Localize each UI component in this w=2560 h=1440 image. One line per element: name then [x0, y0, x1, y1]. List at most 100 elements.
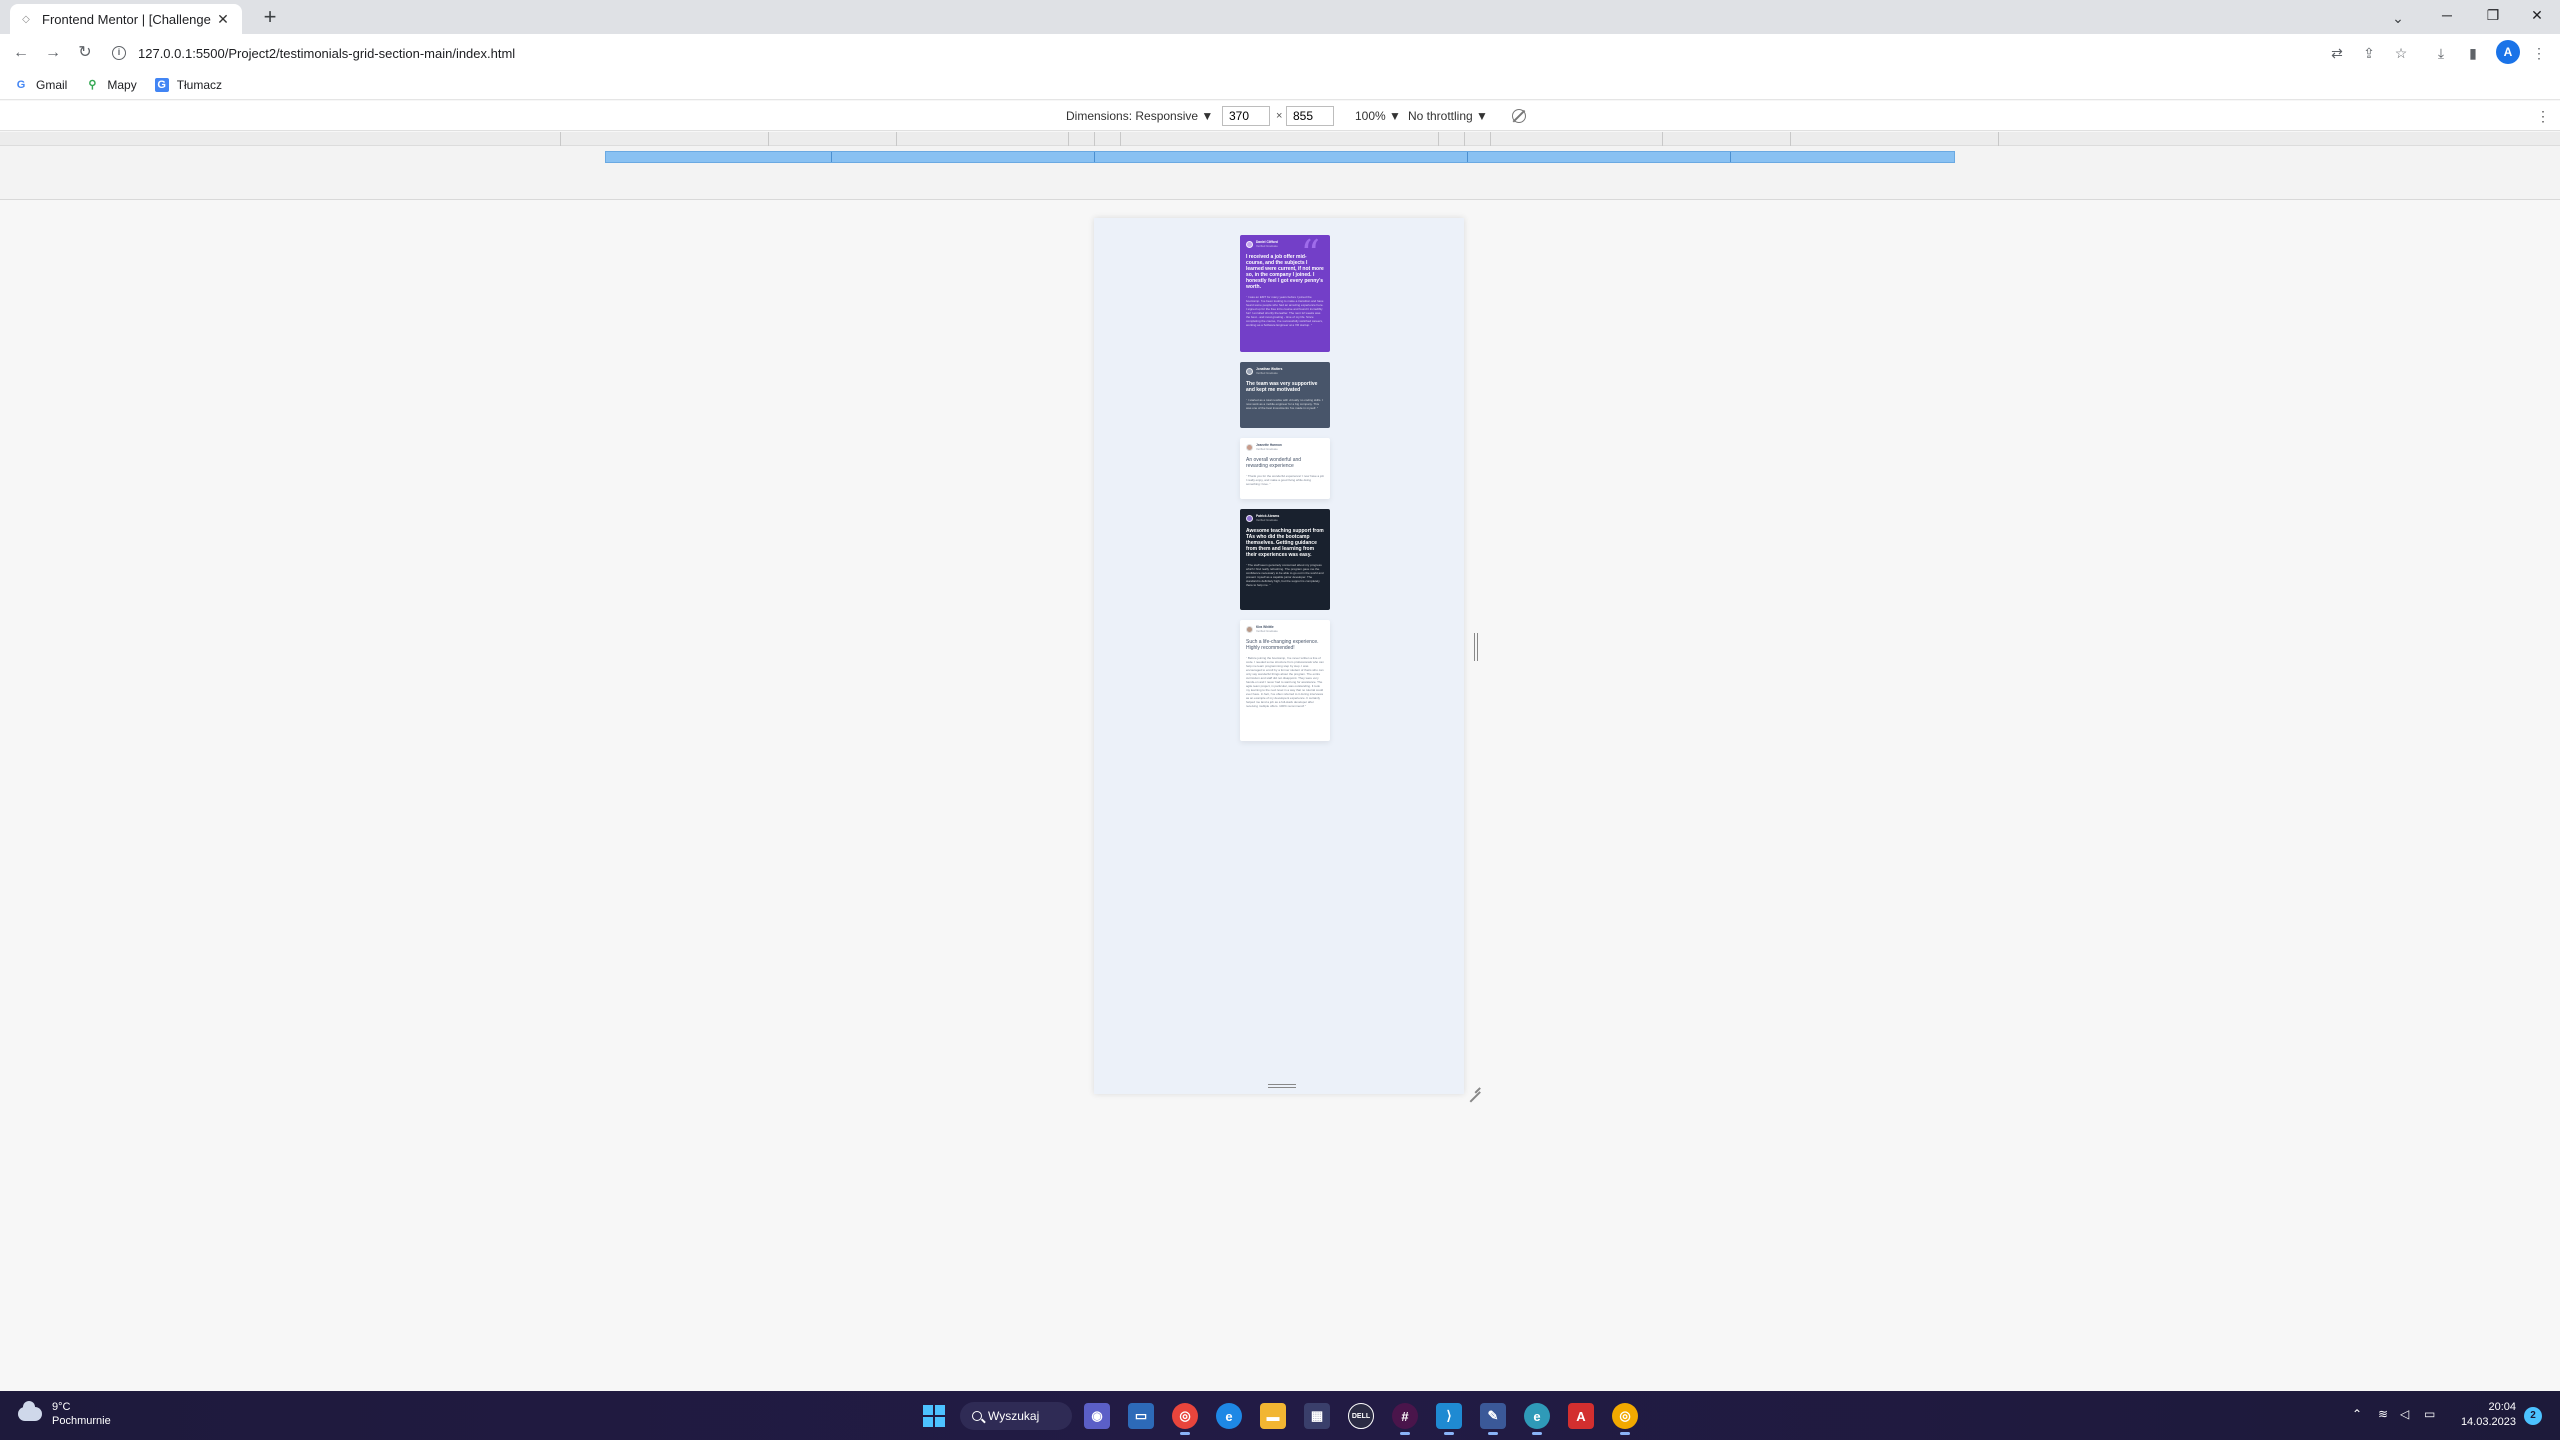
teams-chat-icon[interactable]: ◉	[1084, 1403, 1110, 1429]
testimonial-card: Jeanette Harmon Verified Graduate An ove…	[1240, 438, 1330, 499]
bookmark-maps[interactable]: ⚲ Mapy	[85, 78, 136, 92]
browser-menu-icon[interactable]: ⋮	[2528, 42, 2550, 64]
media-query-tick	[1094, 152, 1095, 162]
avatar	[1246, 241, 1253, 248]
restore-button[interactable]: ❐	[2470, 0, 2516, 30]
start-button[interactable]	[923, 1405, 945, 1427]
close-tab-icon[interactable]: ✕	[214, 10, 232, 28]
chrome-icon[interactable]: ◎	[1172, 1403, 1198, 1435]
translate-page-icon[interactable]: ⇄	[2326, 42, 2348, 64]
ruler-segment[interactable]	[1068, 132, 1069, 146]
media-query-bar[interactable]	[605, 151, 1955, 163]
store-icon[interactable]: ▦	[1304, 1403, 1330, 1429]
device-toolbar: Dimensions: Responsive ▼ × 100% ▼ No thr…	[0, 101, 2560, 131]
resize-handle-right[interactable]	[1474, 633, 1478, 661]
clock-time: 20:04	[2488, 1401, 2516, 1413]
clock-date: 14.03.2023	[2460, 1416, 2516, 1428]
cloud-icon	[18, 1401, 42, 1421]
testimonial-headline: The team was very supportive and kept me…	[1246, 381, 1318, 393]
chrome-canary-icon[interactable]: ◎	[1612, 1403, 1638, 1435]
tray-overflow-icon[interactable]: ⌃	[2352, 1407, 2362, 1421]
avatar	[1246, 515, 1253, 522]
resize-handle-bottom[interactable]	[1268, 1084, 1296, 1088]
notification-badge[interactable]: 2	[2524, 1407, 2542, 1425]
forward-arrow-icon[interactable]: →	[42, 42, 64, 64]
temperature: 9°C	[52, 1401, 71, 1413]
viewport-width-input[interactable]	[1222, 106, 1270, 126]
battery-icon[interactable]: ▭	[2424, 1407, 2435, 1421]
desktop-icon[interactable]: ▭	[1128, 1403, 1154, 1429]
bookmark-translate[interactable]: G Tłumacz	[154, 77, 222, 92]
side-panel-icon[interactable]: ▮	[2462, 42, 2484, 64]
profile-avatar[interactable]: A	[2496, 40, 2520, 64]
ruler-segment[interactable]	[1120, 132, 1121, 146]
throttling-dropdown[interactable]: No throttling ▼	[1408, 109, 1488, 123]
media-query-tick	[1730, 152, 1731, 162]
tab-search-icon[interactable]: ⌄	[2386, 6, 2410, 30]
dimensions-dropdown[interactable]: Dimensions: Responsive ▼	[1066, 109, 1213, 123]
slack-icon[interactable]: #	[1392, 1403, 1418, 1435]
edge-icon[interactable]: e	[1216, 1403, 1242, 1429]
minimize-button[interactable]: ─	[2424, 0, 2470, 30]
system-clock[interactable]: 20:04 14.03.2023	[2456, 1400, 2516, 1430]
bookmark-label: Gmail	[36, 77, 68, 92]
share-icon[interactable]: ⇪	[2358, 42, 2380, 64]
weather-widget[interactable]: 9°C Pochmurnie	[18, 1400, 111, 1428]
site-info-icon[interactable]: i	[112, 46, 126, 60]
rotate-icon[interactable]	[1512, 109, 1526, 123]
ruler-segment[interactable]	[1094, 132, 1095, 146]
ruler-segment[interactable]	[768, 132, 769, 146]
ruler-segment[interactable]	[1464, 132, 1465, 146]
maps-pin-icon: ⚲	[88, 78, 97, 91]
dell-icon[interactable]: DELL	[1348, 1403, 1374, 1429]
ruler-segment[interactable]	[1998, 132, 1999, 146]
ruler-segment[interactable]	[896, 132, 897, 146]
ruler-segment[interactable]	[1790, 132, 1791, 146]
tab-title: Frontend Mentor | [Challenge Na	[42, 11, 214, 27]
media-query-ruler	[0, 132, 2560, 146]
ruler-segment[interactable]	[560, 132, 561, 146]
testimonial-quote: “ Thank you for the wonderful experience…	[1246, 474, 1324, 486]
bookmark-gmail[interactable]: G Gmail	[14, 77, 68, 92]
device-toolbar-more-icon[interactable]: ⋮	[2536, 108, 2550, 125]
testimonial-headline: An overall wonderful and rewarding exper…	[1246, 457, 1302, 469]
acrobat-icon[interactable]: A	[1568, 1403, 1594, 1429]
wifi-icon[interactable]: ≋	[2378, 1407, 2388, 1421]
page-favicon-icon: ◇	[22, 13, 30, 25]
viewport-height-input[interactable]	[1286, 106, 1334, 126]
media-query-tick	[1467, 152, 1468, 162]
testimonial-headline: Awesome teaching support from TAs who di…	[1246, 528, 1324, 558]
quotation-mark-icon: “	[1300, 235, 1320, 276]
downloads-icon[interactable]: ⤓	[2430, 42, 2452, 64]
back-arrow-icon[interactable]: ←	[10, 42, 32, 64]
media-query-bars	[0, 146, 2560, 200]
ruler-segment[interactable]	[1662, 132, 1663, 146]
testimonial-quote: “ The staff seem genuinely concerned abo…	[1246, 563, 1324, 587]
file-explorer-icon[interactable]: ▬	[1260, 1403, 1286, 1429]
volume-icon[interactable]: ◁	[2400, 1407, 2409, 1421]
testimonial-card: Kira Whittle Verified Graduate Such a li…	[1240, 620, 1330, 741]
new-tab-button[interactable]: +	[258, 6, 282, 30]
search-icon	[972, 1411, 982, 1421]
paint-icon[interactable]: ✎	[1480, 1403, 1506, 1435]
address-bar[interactable]: i 127.0.0.1:5500/Project2/testimonials-g…	[112, 39, 2322, 67]
testimonial-card: “ Daniel Clifford Verified Graduate I re…	[1240, 235, 1330, 352]
bookmark-star-icon[interactable]: ☆	[2390, 42, 2412, 64]
testimonial-role: Verified Graduate	[1256, 243, 1278, 248]
edge-dev-icon[interactable]: e	[1524, 1403, 1550, 1435]
weather-condition: Pochmurnie	[52, 1415, 111, 1427]
bookmarks-bar: G Gmail ⚲ Mapy G Tłumacz	[0, 70, 2560, 100]
avatar	[1246, 626, 1253, 633]
ruler-segment[interactable]	[1490, 132, 1491, 146]
close-window-button[interactable]: ✕	[2514, 0, 2560, 30]
browser-tab[interactable]: ◇ Frontend Mentor | [Challenge Na ✕	[10, 4, 242, 34]
avatar	[1246, 368, 1253, 375]
resize-handle-corner[interactable]	[1466, 1078, 1480, 1092]
zoom-dropdown[interactable]: 100% ▼	[1355, 109, 1401, 123]
media-query-tick	[831, 152, 832, 162]
ruler-segment[interactable]	[1438, 132, 1439, 146]
reload-icon[interactable]: ↻	[74, 42, 96, 64]
vscode-icon[interactable]: ⟩	[1436, 1403, 1462, 1435]
testimonial-quote: “ I started as a total newbie with virtu…	[1246, 398, 1323, 410]
taskbar-search[interactable]: Wyszukaj	[960, 1402, 1072, 1430]
